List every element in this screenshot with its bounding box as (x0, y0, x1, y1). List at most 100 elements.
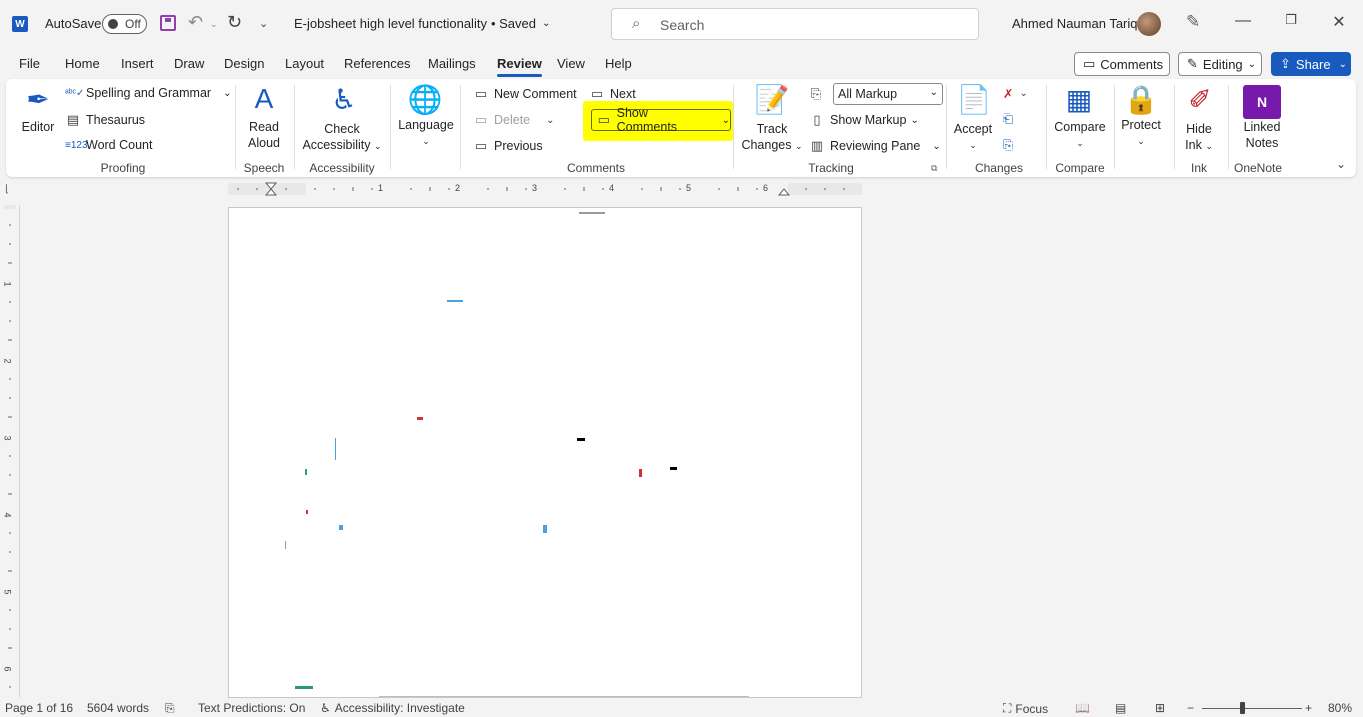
restore-icon[interactable]: ❐ (1281, 12, 1301, 28)
group-label-compare: Compare (1055, 161, 1105, 175)
tab-home[interactable]: Home (65, 56, 100, 71)
chevron-down-icon: ⌄ (1247, 58, 1257, 70)
check-accessibility-icon: ♿ (331, 84, 357, 115)
undo-icon[interactable]: ↶ (188, 12, 203, 33)
accessibility-status[interactable]: ♿ Accessibility: Investigate (320, 701, 465, 715)
chevron-down-icon: ⌄ (910, 114, 919, 126)
search-placeholder: Search (660, 17, 705, 33)
word-count-button[interactable]: ≡123 Word Count (65, 138, 152, 152)
group-separator (390, 85, 391, 169)
page-indicator[interactable]: Page 1 of 16 (5, 701, 73, 715)
tab-layout[interactable]: Layout (285, 56, 324, 71)
tab-mailings[interactable]: Mailings (428, 56, 476, 71)
tab-help[interactable]: Help (605, 56, 632, 71)
check-line1: Check (324, 122, 360, 136)
read-aloud-line2: Aloud (248, 136, 280, 150)
text-predictions-status[interactable]: Text Predictions: On (198, 701, 305, 715)
show-markup-icon: ▯ (813, 112, 821, 127)
faded-text-fragment (543, 525, 547, 533)
save-icon[interactable] (160, 15, 176, 31)
show-comments-label: Show Comments (616, 106, 678, 134)
group-separator (733, 85, 734, 169)
document-page[interactable] (228, 207, 862, 698)
thesaurus-button[interactable]: ▤ Thesaurus (65, 112, 145, 128)
vertical-ruler[interactable]: 1 2 3 4 5 6 (0, 205, 20, 697)
zoom-slider[interactable] (1202, 708, 1302, 709)
new-comment-button[interactable]: ▭ New Comment (473, 86, 577, 102)
delete-comment-button[interactable]: ▭ Delete ⌄ (473, 112, 555, 128)
show-markup-button[interactable]: ▯ Show Markup ⌄ (809, 112, 919, 128)
reject-button[interactable]: ✗ ⌄ (1003, 86, 1028, 101)
previous-change-icon[interactable]: ⎗ (1003, 112, 1013, 127)
show-comments-button[interactable]: ▭ Show Comments ⌄ (591, 106, 731, 134)
tab-file[interactable]: File (19, 56, 40, 71)
check-accessibility-button[interactable]: Check Accessibility ⌄ (300, 121, 384, 154)
next-change-icon[interactable]: ⎘ (1003, 138, 1013, 153)
redo-icon[interactable]: ↻ (227, 12, 242, 33)
editor-button[interactable]: Editor (16, 119, 60, 135)
tab-references[interactable]: References (344, 56, 410, 71)
chevron-down-icon: ⌄ (422, 136, 430, 146)
zoom-out-button[interactable]: − (1187, 701, 1194, 715)
markup-select[interactable]: All Markup ⌄ (833, 83, 943, 105)
word-count-indicator[interactable]: 5604 words (87, 701, 149, 715)
group-separator (294, 85, 295, 169)
save-status: • Saved (490, 16, 536, 31)
chevron-down-icon: ⌄ (1338, 58, 1347, 70)
tracking-options-icon[interactable]: ⧉ (931, 163, 937, 174)
ribbon-options-icon[interactable]: ⌄ (1336, 157, 1346, 171)
undo-dropdown-icon[interactable]: ⌄ (210, 19, 218, 30)
ruler-number: 4 (2, 512, 13, 518)
read-mode-icon[interactable]: 📖 (1075, 701, 1090, 715)
reject-icon: ✗ (1003, 87, 1014, 101)
designer-pen-icon[interactable]: ✎ (1186, 12, 1200, 32)
comments-button[interactable]: ▭ Comments (1074, 52, 1170, 76)
editing-mode-button[interactable]: ✎ Editing ⌄ (1178, 52, 1262, 76)
hide-ink-button[interactable]: Hide Ink ⌄ (1178, 121, 1220, 154)
track-changes-button[interactable]: Track Changes ⌄ (740, 121, 804, 154)
web-layout-icon[interactable]: ⊞ (1155, 701, 1165, 715)
avatar[interactable] (1137, 12, 1161, 36)
tab-view[interactable]: View (557, 56, 585, 71)
next-comment-button[interactable]: ▭ Next (589, 86, 636, 102)
faded-text-fragment (447, 300, 463, 302)
faded-text-fragment (306, 510, 308, 514)
tab-draw[interactable]: Draw (174, 56, 204, 71)
share-button[interactable]: ⇪ Share ⌄ (1271, 52, 1351, 76)
proofing-status-icon[interactable]: ⎘ (165, 701, 175, 716)
search-input[interactable]: ⌕ Search (611, 8, 979, 40)
read-aloud-icon: A (254, 83, 274, 114)
tab-selector-icon[interactable]: ⌊ (5, 184, 9, 195)
zoom-slider-thumb[interactable] (1240, 702, 1245, 714)
previous-comment-button[interactable]: ▭ Previous (473, 138, 543, 154)
language-button[interactable]: Language ⌄ (395, 117, 457, 149)
customize-toolbar-icon[interactable]: ⌄ (259, 17, 268, 30)
zoom-in-button[interactable]: + (1305, 701, 1312, 715)
tab-insert[interactable]: Insert (121, 56, 154, 71)
chevron-down-icon: ⌄ (541, 18, 551, 29)
close-icon[interactable]: ✕ (1329, 12, 1349, 32)
track-changes-icon: 📝 (754, 84, 790, 115)
group-label-comments: Comments (566, 161, 625, 175)
document-title[interactable]: E-jobsheet high level functionality • Sa… (294, 16, 550, 31)
faded-text-fragment (285, 541, 286, 549)
spelling-grammar-button[interactable]: ᵃᵇᶜ✓ Spelling and Grammar ⌄ (65, 86, 231, 100)
compare-button[interactable]: Compare ⌄ (1050, 119, 1110, 151)
read-aloud-button[interactable]: Read Aloud (240, 119, 288, 151)
reviewing-pane-button[interactable]: ▥ Reviewing Pane ⌄ (809, 138, 941, 154)
chevron-down-icon: ⌄ (929, 87, 938, 98)
accept-button[interactable]: Accept ⌄ (950, 121, 996, 153)
minimize-icon[interactable]: — (1233, 12, 1253, 30)
zoom-level[interactable]: 80% (1328, 701, 1352, 715)
protect-button[interactable]: Protect ⌄ (1117, 117, 1165, 149)
next-label: Next (610, 87, 636, 101)
tab-review[interactable]: Review (497, 56, 542, 77)
print-layout-icon[interactable]: ▤ (1115, 701, 1126, 715)
autosave-toggle[interactable]: Off (102, 14, 147, 34)
linked-notes-button[interactable]: Linked Notes (1234, 119, 1290, 151)
tab-design[interactable]: Design (224, 56, 264, 71)
focus-button[interactable]: ⛶ Focus (1003, 701, 1048, 716)
group-separator (946, 85, 947, 169)
compare-icon: ▦ (1065, 84, 1093, 115)
user-name[interactable]: Ahmed Nauman Tariq (1012, 16, 1138, 31)
